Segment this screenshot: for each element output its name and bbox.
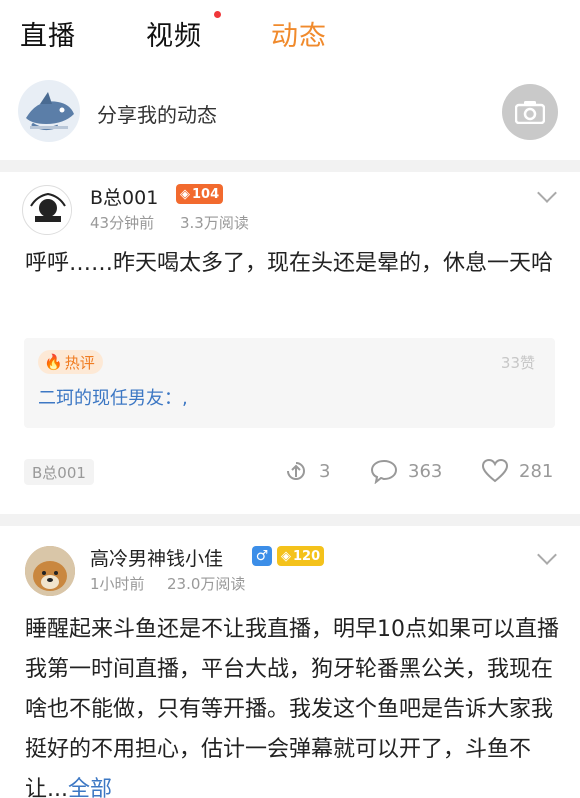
like-action[interactable]: 281 (481, 455, 553, 487)
notification-dot (214, 11, 221, 18)
flame-icon: 🔥 (44, 353, 63, 371)
hot-comment-likes: 33赞 (500, 354, 535, 372)
hot-comment-text: 二珂的现任男友：, (38, 388, 188, 409)
post-content-text: 睡醒起来斗鱼还是不让我直播，明早10点如果可以直播我第一时间直播，平台大战，狗牙… (25, 617, 559, 798)
author-tag[interactable]: B总001 (24, 459, 94, 485)
post-avatar[interactable] (22, 185, 72, 235)
post-time: 1小时前 (90, 575, 145, 593)
post-time: 43分钟前 (90, 214, 155, 232)
hot-comment-tag: 🔥 热评 (38, 350, 103, 374)
post-content[interactable]: 睡醒起来斗鱼还是不让我直播，明早10点如果可以直播我第一时间直播，平台大战，狗牙… (25, 610, 560, 798)
level-value: 104 (192, 186, 220, 202)
share-row[interactable]: 分享我的动态 (0, 72, 580, 156)
hot-comment-label: 热评 (64, 353, 95, 372)
share-action[interactable]: 3 (283, 455, 330, 487)
level-value: 120 (293, 548, 321, 564)
post-content[interactable]: 呼呼……昨天喝太多了，现在头还是晕的，休息一天哈 (25, 244, 560, 284)
camera-button[interactable] (502, 84, 558, 140)
post-reads: 3.3万阅读 (180, 214, 249, 232)
chevron-down-icon[interactable] (537, 183, 557, 203)
level-icon: ◈ (281, 548, 291, 564)
tab-live[interactable]: 直播 (20, 14, 76, 53)
comment-count: 363 (408, 460, 443, 482)
chevron-down-icon[interactable] (537, 545, 557, 565)
section-divider (0, 160, 580, 172)
level-badge: ◈ 104 (176, 184, 224, 204)
share-icon (287, 462, 305, 480)
comment-icon (370, 459, 398, 484)
tab-bar: 直播 视频 动态 (0, 0, 580, 70)
male-icon: ♂ (252, 546, 272, 566)
heart-icon (481, 458, 509, 483)
post-username[interactable]: 高冷男神钱小佳 (90, 544, 223, 571)
level-icon: ◈ (180, 186, 190, 202)
tab-feed[interactable]: 动态 (271, 14, 327, 53)
comment-action[interactable]: 363 (370, 455, 442, 487)
share-count: 3 (319, 460, 331, 482)
camera-icon (515, 101, 545, 124)
level-badge: ◈ 120 (277, 546, 325, 566)
post-avatar[interactable] (25, 546, 75, 596)
user-avatar (18, 80, 80, 142)
share-prompt: 分享我的动态 (97, 103, 217, 127)
tab-video[interactable]: 视频 (146, 14, 202, 53)
like-count: 281 (519, 460, 554, 482)
section-divider (0, 514, 580, 526)
post-username[interactable]: B总001 (90, 183, 158, 210)
expand-link[interactable]: 全部 (68, 777, 112, 798)
post-reads: 23.0万阅读 (167, 575, 246, 593)
hot-comment[interactable]: 🔥 热评 33赞 二珂的现任男友：, (24, 338, 555, 428)
